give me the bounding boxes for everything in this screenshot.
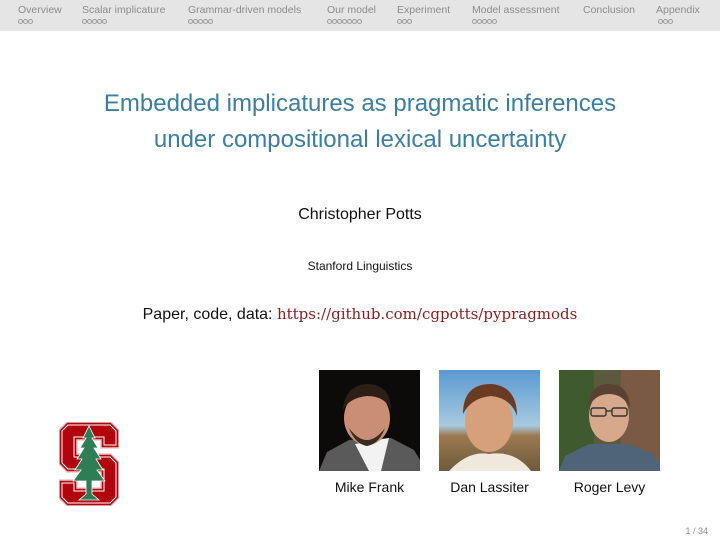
nav-dots[interactable] — [583, 18, 635, 27]
nav-section-grammar-driven-models[interactable]: Grammar-driven models — [188, 4, 301, 27]
nav-dots[interactable] — [18, 18, 62, 27]
resources-line: Paper, code, data: https://github.com/cg… — [0, 305, 720, 324]
nav-label: Experiment — [397, 4, 451, 16]
nav-dots[interactable] — [397, 18, 450, 27]
nav-section-our-model[interactable]: Our model — [327, 4, 376, 27]
nav-dots[interactable] — [656, 18, 700, 27]
stanford-logo-icon — [59, 422, 119, 506]
author-name: Christopher Potts — [298, 206, 422, 223]
slide-dot[interactable] — [208, 19, 213, 25]
nav-section-overview[interactable]: Overview — [18, 4, 62, 27]
photo-mike-frank — [319, 370, 420, 471]
nav-section-conclusion[interactable]: Conclusion — [583, 4, 635, 27]
nav-dots[interactable] — [472, 18, 560, 27]
nav-label: Grammar-driven models — [188, 4, 302, 16]
nav-label: Appendix — [656, 4, 700, 16]
section-navigation-bar: Overview Scalar implicature Grammar-driv… — [0, 0, 720, 31]
photo-roger-levy — [559, 370, 660, 471]
nav-section-appendix[interactable]: Appendix — [656, 4, 700, 27]
nav-dots[interactable] — [188, 18, 301, 27]
nav-section-scalar-implicature[interactable]: Scalar implicature — [82, 4, 165, 27]
slide-dot[interactable] — [407, 19, 412, 25]
github-link[interactable]: https://github.com/cgpotts/pypragmods — [277, 305, 577, 323]
slide-dot[interactable] — [357, 19, 362, 25]
collaborator-name: Roger Levy — [573, 479, 646, 495]
institution: Stanford Linguistics — [307, 259, 413, 273]
slide-dot[interactable] — [102, 19, 107, 25]
slide-dot[interactable] — [492, 19, 497, 25]
nav-label: Conclusion — [583, 4, 635, 16]
photo-dan-lassiter — [439, 370, 540, 471]
title-line-1: Embedded implicatures as pragmatic infer… — [103, 90, 617, 117]
nav-dots[interactable] — [327, 18, 376, 27]
slide-dot[interactable] — [668, 19, 673, 25]
collaborator-roger-levy: Roger Levy — [559, 370, 660, 495]
collaborator-mike-frank: Mike Frank — [319, 370, 420, 495]
resources-label: Paper, code, data: — [142, 306, 277, 323]
nav-section-model-assessment[interactable]: Model assessment — [472, 4, 560, 27]
nav-section-experiment[interactable]: Experiment — [397, 4, 450, 27]
title-line-2: under compositional lexical uncertainty — [153, 126, 567, 153]
nav-label: Model assessment — [472, 4, 560, 16]
slide-dot[interactable] — [28, 19, 33, 25]
nav-label: Overview — [18, 4, 62, 16]
slide-title: Embedded implicatures as pragmatic infer… — [0, 86, 720, 158]
nav-label: Our model — [327, 4, 377, 16]
nav-dots[interactable] — [82, 18, 165, 27]
collaborator-dan-lassiter: Dan Lassiter — [439, 370, 540, 495]
nav-label: Scalar implicature — [82, 4, 166, 16]
page-number: 1 / 34 — [685, 526, 708, 536]
